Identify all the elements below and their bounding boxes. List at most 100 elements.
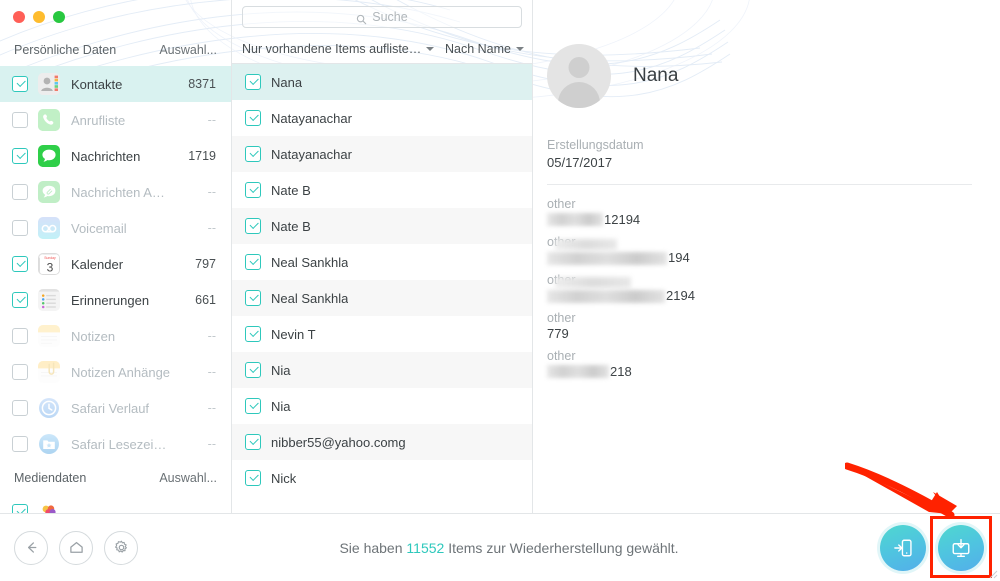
voicemail-icon — [38, 217, 60, 239]
sidebar-item-count: 1719 — [188, 149, 216, 163]
detail-field-value: 05/17/2017 — [547, 155, 613, 170]
checkbox-notizen-anhaenge[interactable] — [12, 364, 28, 380]
sidebar-item-anrufliste[interactable]: Anrufliste -- — [0, 102, 231, 138]
list-item[interactable]: Nana — [232, 64, 532, 100]
checkbox-list-item[interactable] — [245, 470, 261, 486]
sort-dropdown[interactable]: Nach Name — [445, 42, 524, 56]
sidebar-item-notizen-anhaenge[interactable]: Notizen Anhänge -- — [0, 354, 231, 390]
sidebar-item-count: -- — [207, 185, 216, 199]
list-item-label: Nana — [271, 74, 303, 90]
status-text: Sie haben 11552 Items zur Wiederherstell… — [138, 540, 880, 556]
sidebar-item-label: Nachrichten — [71, 148, 141, 164]
navigation-buttons — [0, 530, 138, 565]
checkbox-nachrichten-anhaenge[interactable] — [12, 184, 28, 200]
list-item[interactable]: Nate B — [232, 172, 532, 208]
sidebar-item-label: Nachrichten A… — [71, 184, 165, 200]
detail-field-label: other — [547, 349, 576, 364]
restore-to-device-button[interactable] — [880, 524, 926, 571]
list-item[interactable]: Nate B — [232, 208, 532, 244]
sidebar-item-count: -- — [207, 221, 216, 235]
safari-history-icon — [38, 397, 60, 419]
sidebar-item-label: Voicemail — [71, 220, 127, 236]
checkbox-list-item[interactable] — [245, 110, 261, 126]
list-item[interactable]: Nick — [232, 460, 532, 496]
detail-divider — [547, 184, 972, 185]
list-item[interactable]: Natayanachar — [232, 100, 532, 136]
detail-field-value-redacted: 194 — [547, 239, 1000, 266]
settings-button[interactable] — [104, 530, 138, 565]
checkbox-voicemail[interactable] — [12, 220, 28, 236]
sidebar-item-nachrichten-anhaenge[interactable]: Nachrichten A… -- — [0, 174, 231, 210]
list-item[interactable]: nibber55@yahoo.comg — [232, 424, 532, 460]
checkbox-safari-lesezeichen[interactable] — [12, 436, 28, 452]
main-columns: Persönliche Daten Auswahl... Kontakte 83… — [0, 0, 1000, 513]
list-item[interactable]: Nevin T — [232, 316, 532, 352]
sidebar-item-fotos[interactable] — [0, 494, 231, 513]
status-count: 11552 — [406, 539, 445, 556]
sidebar-item-safari-verlauf[interactable]: Safari Verlauf -- — [0, 390, 231, 426]
detail-field-label: Erstellungsdatum — [547, 138, 644, 152]
list-item[interactable]: Nia — [232, 388, 532, 424]
sidebar-item-count: -- — [207, 401, 216, 415]
checkbox-kalender[interactable] — [12, 256, 28, 272]
checkbox-anrufliste[interactable] — [12, 112, 28, 128]
phone-icon — [38, 109, 60, 131]
resize-handle[interactable] — [988, 569, 998, 579]
sidebar-item-erinnerungen[interactable]: Erinnerungen 661 — [0, 282, 231, 318]
sidebar-item-kalender[interactable]: Sunday 3 Kalender 797 — [0, 246, 231, 282]
message-attachments-icon — [38, 181, 60, 203]
redaction-block — [547, 277, 666, 304]
detail-field-value-redacted: 2194 — [547, 277, 1000, 304]
list-item[interactable]: Nia — [232, 352, 532, 388]
sidebar-section-title: Persönliche Daten — [14, 43, 117, 57]
checkbox-list-item[interactable] — [245, 434, 261, 450]
contact-list[interactable]: Nana Natayanachar Natayanachar Nate B Na… — [232, 64, 532, 513]
sidebar-item-count: -- — [207, 329, 216, 343]
list-filter-bar: Nur vorhandene Items aufliste… Nach Name — [232, 34, 532, 64]
detail-field-created: Erstellungsdatum 05/17/2017 — [547, 138, 1000, 170]
search-input[interactable]: Suche — [242, 6, 522, 28]
minimize-button[interactable] — [33, 11, 45, 23]
sidebar-item-nachrichten[interactable]: Nachrichten 1719 — [0, 138, 231, 174]
checkbox-list-item[interactable] — [245, 74, 261, 90]
checkbox-list-item[interactable] — [245, 290, 261, 306]
checkbox-nachrichten[interactable] — [12, 148, 28, 164]
reminders-icon — [38, 289, 60, 311]
action-buttons — [880, 515, 1000, 578]
monitor-download-icon — [952, 538, 970, 557]
home-icon — [69, 541, 83, 553]
restore-to-computer-button[interactable] — [938, 524, 984, 571]
back-button[interactable] — [14, 530, 48, 565]
sidebar-item-count: -- — [207, 365, 216, 379]
checkbox-erinnerungen[interactable] — [12, 292, 28, 308]
checkbox-list-item[interactable] — [245, 398, 261, 414]
sidebar-item-count: 8371 — [188, 77, 216, 91]
svg-text:3: 3 — [47, 261, 54, 275]
home-button[interactable] — [59, 530, 93, 565]
detail-field-other-3: other 2194 — [547, 273, 1000, 304]
checkbox-kontakte[interactable] — [12, 76, 28, 92]
detail-field-other-4: other 779 — [547, 311, 1000, 341]
zoom-button[interactable] — [53, 11, 65, 23]
checkbox-list-item[interactable] — [245, 182, 261, 198]
checkbox-list-item[interactable] — [245, 362, 261, 378]
checkbox-list-item[interactable] — [245, 254, 261, 270]
sidebar-item-safari-lesezeichen[interactable]: Safari Lesezei… -- — [0, 426, 231, 462]
sidebar-item-notizen[interactable]: Notizen -- — [0, 318, 231, 354]
checkbox-list-item[interactable] — [245, 326, 261, 342]
list-item[interactable]: Neal Sankhla — [232, 244, 532, 280]
sidebar-item-voicemail[interactable]: Voicemail -- — [0, 210, 231, 246]
sidebar-item-kontakte[interactable]: Kontakte 8371 — [0, 66, 231, 102]
list-item[interactable]: Natayanachar — [232, 136, 532, 172]
calendar-icon: Sunday 3 — [38, 253, 60, 275]
filter-dropdown[interactable]: Nur vorhandene Items aufliste… — [242, 42, 435, 56]
close-button[interactable] — [13, 11, 25, 23]
checkbox-list-item[interactable] — [245, 146, 261, 162]
sort-dropdown-label: Nach Name — [445, 41, 511, 56]
checkbox-notizen[interactable] — [12, 328, 28, 344]
sidebar-item-count: -- — [207, 113, 216, 127]
checkbox-fotos[interactable] — [12, 504, 28, 513]
checkbox-list-item[interactable] — [245, 218, 261, 234]
list-item[interactable]: Neal Sankhla — [232, 280, 532, 316]
checkbox-safari-verlauf[interactable] — [12, 400, 28, 416]
